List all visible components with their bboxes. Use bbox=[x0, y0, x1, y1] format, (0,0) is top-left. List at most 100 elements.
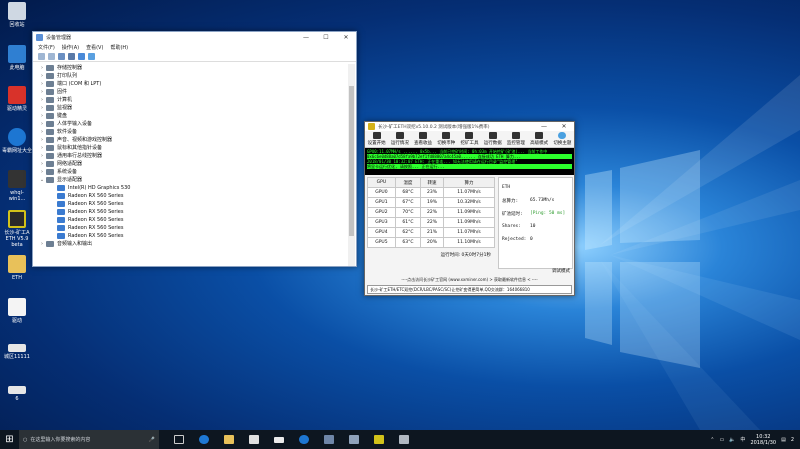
device-node[interactable]: Radeon RX 560 Series bbox=[38, 208, 348, 216]
vertical-scrollbar[interactable] bbox=[348, 64, 355, 266]
taskbar-store[interactable] bbox=[244, 430, 263, 449]
device-node[interactable]: Radeon RX 560 Series bbox=[38, 216, 348, 224]
chevron-right-icon[interactable]: › bbox=[38, 96, 46, 104]
miner-titlebar[interactable]: 长沙-矿工ETH双挖v5.10.0.2 测试版本(增强版1%费率) — ✕ bbox=[365, 122, 574, 131]
forward-icon[interactable] bbox=[48, 53, 55, 60]
tool-status[interactable]: 运行情况 bbox=[388, 131, 411, 147]
notification-icon[interactable]: ▤ bbox=[781, 437, 786, 443]
volume-icon[interactable]: 🔈 bbox=[729, 437, 735, 443]
device-node[interactable]: Radeon RX 560 Series bbox=[38, 192, 348, 200]
device-node[interactable]: Radeon RX 560 Series bbox=[38, 232, 348, 240]
tool-run-data[interactable]: 运行数据 bbox=[481, 131, 504, 147]
taskbar-explorer[interactable] bbox=[219, 430, 238, 449]
desktop-icon-browser[interactable]: 毒霸网址大全 bbox=[2, 128, 32, 154]
device-category[interactable]: › 系统设备 bbox=[38, 168, 348, 176]
device-node[interactable]: Radeon RX 560 Series bbox=[38, 200, 348, 208]
desktop-icon-6[interactable]: 6 bbox=[2, 386, 32, 402]
desktop-icon-driver-genius[interactable]: 驱动精灵 bbox=[2, 86, 32, 112]
tool-earnings[interactable]: 查看收益 bbox=[411, 131, 434, 147]
desktop-icon-whql[interactable]: whql-win1... bbox=[2, 170, 32, 202]
tool-theme[interactable]: 切换主题 bbox=[551, 131, 574, 147]
microphone-icon[interactable]: 🎤 bbox=[149, 437, 155, 443]
device-manager-titlebar[interactable]: 设备管理器 — ☐ ✕ bbox=[33, 32, 356, 43]
chevron-right-icon[interactable]: › bbox=[38, 72, 46, 80]
tool-mining-tools[interactable]: 挖矿工具 bbox=[458, 131, 481, 147]
device-category[interactable]: › 鼠标和其他指针设备 bbox=[38, 144, 348, 152]
back-icon[interactable] bbox=[38, 53, 45, 60]
properties-icon[interactable] bbox=[58, 53, 65, 60]
device-category[interactable]: › 声音、视频和游戏控制器 bbox=[38, 136, 348, 144]
chevron-right-icon[interactable]: › bbox=[38, 160, 46, 168]
tool-switch-coin[interactable]: 切换币种 bbox=[435, 131, 458, 147]
ime-indicator[interactable]: 中 bbox=[740, 436, 745, 443]
task-view-button[interactable] bbox=[169, 430, 188, 449]
desktop-icon-eth-folder[interactable]: ETH bbox=[2, 255, 32, 281]
device-node[interactable]: Radeon RX 560 Series bbox=[38, 224, 348, 232]
chevron-right-icon[interactable]: › bbox=[38, 152, 46, 160]
device-category[interactable]: › 固件 bbox=[38, 88, 348, 96]
miner-minimize-button[interactable]: — bbox=[534, 123, 554, 130]
scan-hardware-icon[interactable] bbox=[88, 53, 95, 60]
chevron-right-icon[interactable]: › bbox=[38, 88, 46, 96]
miner-close-button[interactable]: ✕ bbox=[554, 123, 574, 130]
chevron-up-icon[interactable]: ⌃ bbox=[710, 437, 714, 443]
device-category[interactable]: › 软件设备 bbox=[38, 128, 348, 136]
network-icon[interactable]: ▭ bbox=[719, 437, 724, 443]
device-category[interactable]: › 端口 (COM 和 LPT) bbox=[38, 80, 348, 88]
device-category[interactable]: › 打印队列 bbox=[38, 72, 348, 80]
search-box[interactable]: ○ 在这里输入你要搜索的内容 🎤 bbox=[19, 430, 159, 449]
start-button[interactable]: ⊞ bbox=[0, 430, 19, 449]
tool-monitor[interactable]: 监控管理 bbox=[504, 131, 527, 147]
desktop-icon-this-pc[interactable]: 此电脑 bbox=[2, 45, 32, 71]
miner-window[interactable]: 长沙-矿工ETH双挖v5.10.0.2 测试版本(增强版1%费率) — ✕ 设置… bbox=[364, 121, 575, 296]
menu-file[interactable]: 文件(F) bbox=[38, 44, 55, 51]
device-node[interactable]: Intel(R) HD Graphics 530 bbox=[38, 184, 348, 192]
taskbar-device-manager[interactable] bbox=[319, 430, 338, 449]
chevron-right-icon[interactable]: › bbox=[38, 104, 46, 112]
device-category[interactable]: › 键盘 bbox=[38, 112, 348, 120]
desktop-icon-miner[interactable]: 长沙-矿工A ETH V5.9 beta bbox=[2, 210, 32, 248]
taskbar-app4[interactable] bbox=[394, 430, 413, 449]
desktop-icon-recycle-bin[interactable]: 回收站 bbox=[2, 2, 32, 28]
scrollbar-thumb[interactable] bbox=[349, 86, 354, 236]
menu-action[interactable]: 操作(A) bbox=[62, 44, 79, 51]
taskbar-edge[interactable] bbox=[194, 430, 213, 449]
device-category[interactable]: › 网络适配器 bbox=[38, 160, 348, 168]
device-category[interactable]: › 存储控制器 bbox=[38, 64, 348, 72]
menu-view[interactable]: 查看(V) bbox=[86, 44, 103, 51]
device-category[interactable]: ⌄ 显示适配器 bbox=[38, 176, 348, 184]
desktop-icon-city[interactable]: 城区11111 bbox=[2, 344, 32, 360]
menu-help[interactable]: 帮助(H) bbox=[110, 44, 128, 51]
taskbar-mail[interactable] bbox=[269, 430, 288, 449]
website-link[interactable]: ----点击访问长沙矿工官网 (www.xxminer.com) > 获取最新软… bbox=[365, 277, 574, 283]
chevron-right-icon[interactable]: › bbox=[38, 64, 46, 72]
device-category[interactable]: › 通用串行总线控制器 bbox=[38, 152, 348, 160]
clock[interactable]: 10:32 2018/1/30 bbox=[750, 434, 776, 446]
device-category[interactable]: › 人体学输入设备 bbox=[38, 120, 348, 128]
update-driver-icon[interactable] bbox=[68, 53, 75, 60]
device-category[interactable]: › 计算机 bbox=[38, 96, 348, 104]
chevron-down-icon[interactable]: ⌄ bbox=[38, 176, 46, 184]
debug-mode-button[interactable]: 调试模式 bbox=[552, 268, 570, 274]
chevron-right-icon[interactable]: › bbox=[38, 112, 46, 120]
chevron-right-icon[interactable]: › bbox=[38, 240, 46, 248]
chevron-right-icon[interactable]: › bbox=[38, 136, 46, 144]
desktop-icon-driver-file[interactable]: 驱动 bbox=[2, 298, 32, 324]
tool-settings-start[interactable]: 设置开始 bbox=[365, 131, 388, 147]
device-category[interactable]: › 监视器 bbox=[38, 104, 348, 112]
minimize-button[interactable]: — bbox=[296, 34, 316, 41]
tool-advanced[interactable]: 高级模式 bbox=[528, 131, 551, 147]
chevron-right-icon[interactable]: › bbox=[38, 168, 46, 176]
device-manager-window[interactable]: 设备管理器 — ☐ ✕ 文件(F) 操作(A) 查看(V) 帮助(H) › 存储控… bbox=[32, 31, 357, 267]
close-button[interactable]: ✕ bbox=[336, 34, 356, 41]
chevron-right-icon[interactable]: › bbox=[38, 80, 46, 88]
chevron-right-icon[interactable]: › bbox=[38, 128, 46, 136]
device-tree[interactable]: › 存储控制器 › 打印队列 › 端口 (COM 和 LPT) › 固件 › 计算机 › 监视器 › 键盘… bbox=[38, 64, 348, 264]
help-icon[interactable] bbox=[78, 53, 85, 60]
taskbar-browser[interactable] bbox=[294, 430, 313, 449]
taskbar-app2[interactable] bbox=[344, 430, 363, 449]
taskbar-miner[interactable] bbox=[369, 430, 388, 449]
device-category[interactable]: › 音频输入和输出 bbox=[38, 240, 348, 248]
chevron-right-icon[interactable]: › bbox=[38, 120, 46, 128]
maximize-button[interactable]: ☐ bbox=[316, 34, 336, 41]
